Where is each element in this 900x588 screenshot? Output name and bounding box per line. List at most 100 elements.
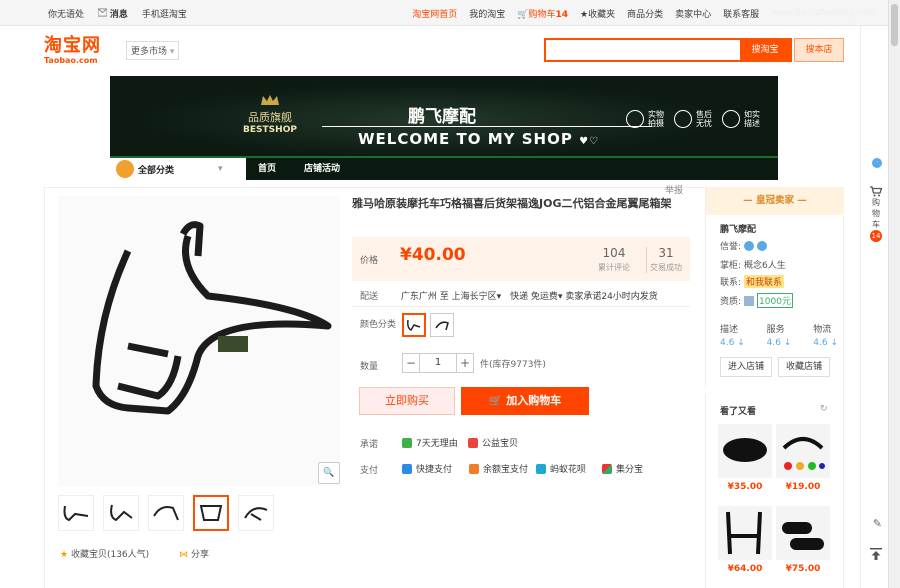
search-input[interactable] bbox=[546, 40, 738, 60]
hearts-icon: ♥♡ bbox=[579, 136, 599, 147]
shop-banner: 品质旗舰 BESTSHOP 鹏飞摩配 WELCOME TO MY SHOP ♥♡… bbox=[110, 76, 778, 156]
banner-shop-name: 鹏飞摩配 bbox=[408, 107, 476, 127]
share-label: 分享 bbox=[191, 550, 210, 560]
pay-huabei[interactable]: 蚂蚁花呗 bbox=[536, 462, 586, 475]
nav-home[interactable]: 首页 bbox=[258, 158, 276, 180]
greeting-text[interactable]: 你无语处 bbox=[48, 7, 84, 20]
banner-welcome: WELCOME TO MY SHOP ♥♡ bbox=[358, 130, 599, 148]
seller-center-link[interactable]: 卖家中心 bbox=[675, 7, 711, 20]
logo-cn: 淘宝网 bbox=[44, 35, 101, 56]
categories-link[interactable]: 商品分类 bbox=[627, 7, 663, 20]
report-link[interactable]: 举报 bbox=[665, 183, 683, 196]
taobao-logo[interactable]: 淘宝网 Taobao.com bbox=[44, 36, 114, 70]
share-button[interactable]: ⋈ 分享 bbox=[179, 547, 209, 560]
color-option-selected[interactable] bbox=[402, 313, 426, 337]
price-value: ¥40.00 bbox=[400, 245, 466, 265]
star-icon: ★ bbox=[580, 9, 589, 20]
rail-top-item[interactable] bbox=[870, 548, 882, 560]
fav-item-button[interactable]: ★ 收藏宝贝(136人气) bbox=[60, 547, 149, 560]
thumbnail-strip bbox=[58, 495, 274, 531]
seller-name[interactable]: 鹏飞摩配 bbox=[720, 222, 756, 235]
pay-jifen-label: 集分宝 bbox=[616, 465, 644, 475]
refresh-icon[interactable]: ↻ bbox=[820, 404, 828, 414]
pay-jifen[interactable]: 集分宝 bbox=[602, 462, 643, 475]
also-viewed-item[interactable]: ¥35.00 bbox=[718, 424, 772, 492]
thumbnail[interactable] bbox=[238, 495, 274, 531]
messages-link[interactable]: 消息 bbox=[97, 7, 128, 20]
price-label: 价格 bbox=[360, 256, 379, 266]
thumbnail-selected[interactable] bbox=[193, 495, 229, 531]
message-icon bbox=[97, 7, 108, 17]
qty-increase-button[interactable]: + bbox=[456, 353, 474, 373]
wangwang-button[interactable]: 和我联系 bbox=[744, 275, 785, 288]
sales-label: 交易成功 bbox=[650, 263, 682, 272]
all-categories-button[interactable]: 全部分类 ▾ bbox=[110, 158, 246, 180]
thumbnail[interactable] bbox=[148, 495, 184, 531]
arrow-down-icon: ↓ bbox=[783, 338, 792, 348]
scrollbar-thumb[interactable] bbox=[891, 4, 898, 46]
bestshop-cn: 品质旗舰 bbox=[248, 111, 292, 124]
thumbnail[interactable] bbox=[103, 495, 139, 531]
item-price: ¥19.00 bbox=[785, 482, 821, 492]
item-price: ¥75.00 bbox=[785, 564, 821, 574]
mobile-link[interactable]: 手机逛淘宝 bbox=[142, 7, 187, 20]
qty-decrease-button[interactable]: − bbox=[402, 353, 420, 373]
search-box: 搜淘宝 bbox=[544, 38, 792, 62]
qty-input[interactable]: 1 bbox=[420, 353, 456, 373]
bracket-image bbox=[726, 511, 762, 555]
cart-link[interactable]: 🛒购物车14 bbox=[517, 7, 568, 20]
search-shop-button[interactable]: 搜本店 bbox=[794, 38, 844, 62]
seven-days-icon bbox=[402, 437, 412, 448]
nav-events[interactable]: 店铺活动 bbox=[304, 158, 340, 180]
taobao-home-link[interactable]: 淘宝网首页 bbox=[412, 7, 457, 20]
favorites-link[interactable]: ★收藏夹 bbox=[580, 7, 615, 20]
thumbnail[interactable] bbox=[58, 495, 94, 531]
reviews-stat[interactable]: 104 累计评论 bbox=[598, 246, 630, 273]
qual-label: 资质: bbox=[720, 297, 742, 307]
fav-shop-button[interactable]: 收藏店铺 bbox=[778, 357, 830, 377]
seller-scores: 描述 4.6 ↓ 服务 4.6 ↓ 物流 4.6 ↓ bbox=[720, 322, 838, 348]
add-to-cart-button[interactable]: 🛒 加入购物车 bbox=[461, 387, 589, 415]
reviews-label: 累计评论 bbox=[598, 263, 630, 272]
score-value: 4.6 bbox=[766, 338, 781, 348]
charity-icon bbox=[468, 437, 478, 448]
promise-7days[interactable]: 7天无理由 bbox=[402, 436, 458, 449]
service-link[interactable]: 联系客服 bbox=[723, 7, 759, 20]
score-logistics: 物流 4.6 ↓ bbox=[813, 322, 838, 348]
enter-shop-button[interactable]: 进入店铺 bbox=[720, 357, 772, 377]
more-market-dropdown[interactable]: 更多市场 ▾ bbox=[126, 41, 180, 60]
diamond-icon bbox=[744, 240, 755, 251]
contact-label: 联系: bbox=[720, 278, 742, 288]
ship-to-dropdown[interactable]: 上海长宁区▾ bbox=[452, 292, 502, 302]
also-viewed-item[interactable]: ¥75.00 bbox=[776, 506, 830, 574]
shield-icon bbox=[674, 110, 692, 128]
chevron-down-icon: ▾ bbox=[169, 47, 175, 57]
user-icon: · bbox=[872, 158, 882, 168]
quickpay-icon bbox=[402, 463, 412, 474]
buy-now-button[interactable]: 立即购买 bbox=[359, 387, 455, 415]
more-market-label: 更多市场 bbox=[131, 47, 168, 57]
search-taobao-button[interactable]: 搜淘宝 bbox=[740, 40, 790, 60]
promise-charity[interactable]: 公益宝贝 bbox=[468, 436, 518, 449]
score-value: 4.6 bbox=[813, 338, 828, 348]
rail-feedback-item[interactable]: ✎ bbox=[873, 518, 882, 529]
my-taobao-link[interactable]: 我的淘宝 bbox=[469, 7, 505, 20]
arrow-down-icon: ↓ bbox=[737, 338, 745, 348]
pay-quick[interactable]: 快捷支付 bbox=[402, 462, 452, 475]
express-dropdown[interactable]: 快递 免运费▾ bbox=[510, 292, 562, 302]
deposit-badge: 1000元 bbox=[757, 293, 793, 308]
color-label: 颜色分类 bbox=[360, 320, 397, 330]
pay-balance[interactable]: 余额宝支付 bbox=[469, 462, 528, 475]
megaphone-icon bbox=[722, 110, 740, 128]
banner-icon-real-photo: 实物 拍摄 bbox=[626, 110, 664, 128]
banner-welcome-text: WELCOME TO MY SHOP bbox=[358, 130, 573, 148]
deposit-value: 1000元 bbox=[759, 297, 791, 307]
zoom-button[interactable]: 🔍 bbox=[318, 462, 340, 484]
also-viewed-item[interactable]: ¥64.00 bbox=[718, 506, 772, 574]
color-option[interactable] bbox=[430, 313, 454, 337]
rail-user-item[interactable]: · bbox=[872, 158, 882, 168]
page-scrollbar[interactable] bbox=[888, 0, 900, 588]
product-main-image[interactable] bbox=[58, 196, 340, 486]
rail-cart-item[interactable]: 购 物 车 14 bbox=[870, 186, 882, 242]
also-viewed-item[interactable]: ¥19.00 bbox=[776, 424, 830, 492]
